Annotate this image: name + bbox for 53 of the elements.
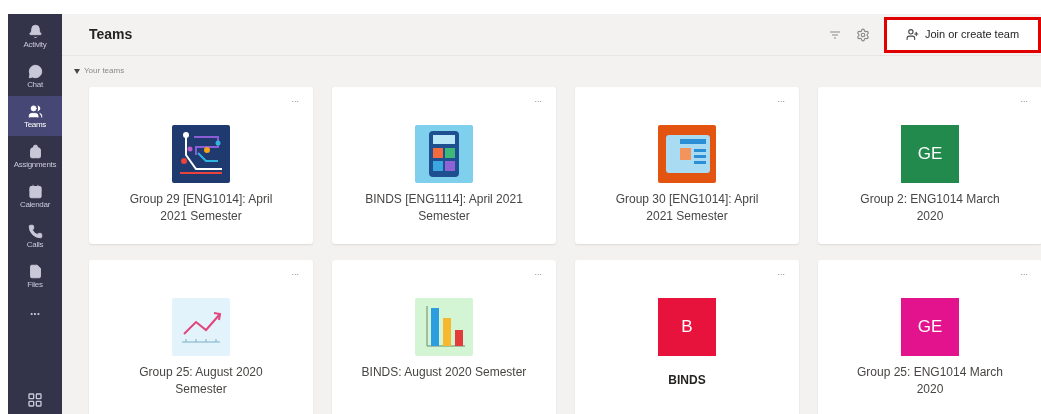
team-name: BINDS: August 2020 Semester xyxy=(360,364,528,381)
sidebar-item[interactable]: Files xyxy=(8,256,62,296)
newspaper-icon xyxy=(658,125,716,183)
sidebar-item[interactable]: Assignments xyxy=(8,136,62,176)
sidebar-item-icon xyxy=(27,143,43,159)
join-or-create-team-button[interactable]: Join or create team xyxy=(884,16,1041,53)
more-options[interactable]: ... xyxy=(777,93,785,107)
settings-icon[interactable] xyxy=(856,27,870,42)
calculator-icon xyxy=(415,125,473,183)
team-name: Group 25: August 2020 Semester xyxy=(138,364,264,398)
sidebar-item-icon xyxy=(27,63,43,79)
team-avatar: GE xyxy=(901,125,959,183)
team-card[interactable]: ... Group 29 [ENG1014]: April 2021 Semester xyxy=(89,87,313,244)
sidebar-item-icon xyxy=(27,263,43,279)
team-card[interactable]: ... Group 30 [ENG1014]: April 2021 Semester xyxy=(575,87,799,244)
team-avatar: B xyxy=(658,298,716,356)
team-card[interactable]: ... BINDS [ENG1114]: April 2021 Semester xyxy=(332,87,556,244)
sidebar-item[interactable]: Teams xyxy=(8,96,62,136)
people-add-icon xyxy=(905,28,919,41)
sidebar-item[interactable]: Calls xyxy=(8,216,62,256)
sidebar-item[interactable]: Activity xyxy=(8,16,62,56)
sidebar-item[interactable]: Calendar xyxy=(8,176,62,216)
more-options[interactable]: ... xyxy=(291,93,299,107)
trend-chart-icon xyxy=(172,298,230,356)
team-card[interactable]: ... B BINDS xyxy=(575,260,799,414)
more-options[interactable]: ... xyxy=(1020,93,1028,107)
team-name: Group 2: ENG1014 March 2020 xyxy=(859,191,1001,225)
more-options[interactable]: ... xyxy=(534,266,542,280)
sidebar-item-icon xyxy=(27,183,43,199)
page-title: Teams xyxy=(89,25,133,44)
team-name: BINDS [ENG1114]: April 2021 Semester xyxy=(364,191,524,225)
more-options[interactable]: ... xyxy=(291,266,299,280)
circuit-icon xyxy=(172,125,230,183)
bar-chart-icon xyxy=(415,298,473,356)
team-name: BINDS xyxy=(667,372,707,389)
more-options[interactable]: ... xyxy=(1020,266,1028,280)
team-avatar: GE xyxy=(901,298,959,356)
collapse-caret-icon[interactable] xyxy=(74,68,80,74)
team-card[interactable]: ... BINDS: August 2020 Semester xyxy=(332,260,556,414)
sidebar-item-icon xyxy=(27,103,43,119)
team-name: Group 30 [ENG1014]: April 2021 Semester xyxy=(614,191,760,225)
sidebar-item-icon xyxy=(27,223,43,239)
more-options[interactable]: ... xyxy=(534,93,542,107)
apps-icon[interactable] xyxy=(27,392,43,408)
sidebar-item-icon xyxy=(27,23,43,39)
sidebar-item[interactable]: Chat xyxy=(8,56,62,96)
team-name: Group 25: ENG1014 March 2020 xyxy=(855,364,1005,398)
team-card[interactable]: ... GE Group 25: ENG1014 March 2020 xyxy=(818,260,1041,414)
team-card[interactable]: ... GE Group 2: ENG1014 March 2020 xyxy=(818,87,1041,244)
team-card[interactable]: ... Group 25: August 2020 Semester xyxy=(89,260,313,414)
more-options[interactable]: ... xyxy=(777,266,785,280)
team-name: Group 29 [ENG1014]: April 2021 Semester xyxy=(128,191,274,225)
more-apps[interactable]: ... xyxy=(30,302,40,320)
